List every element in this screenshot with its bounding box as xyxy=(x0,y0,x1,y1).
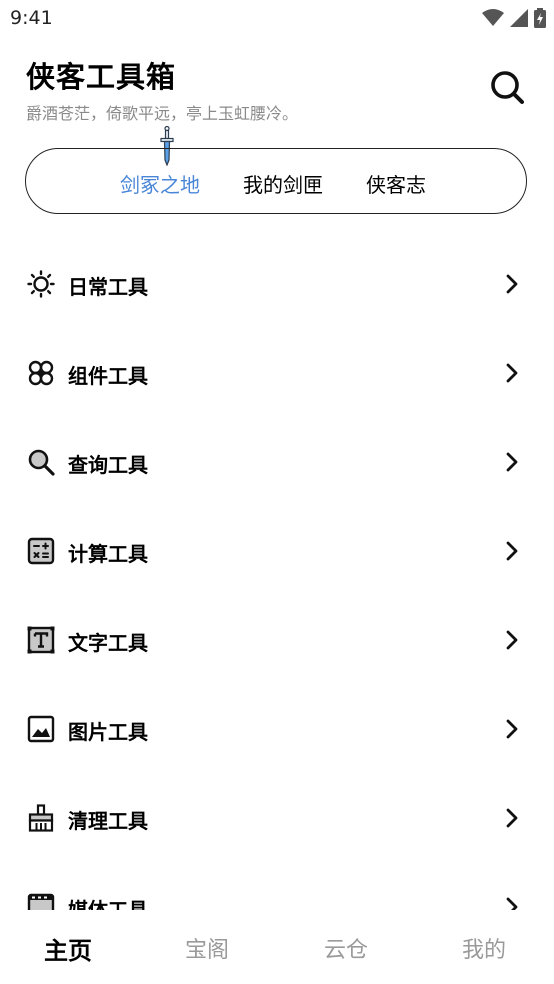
menu-item-image-tools[interactable]: 图片工具 xyxy=(0,685,554,774)
chevron-right-icon xyxy=(506,452,518,472)
signal-icon xyxy=(510,9,528,27)
calculator-icon xyxy=(27,537,55,565)
menu-item-label: 组件工具 xyxy=(68,364,148,388)
chevron-right-icon xyxy=(506,719,518,739)
image-icon xyxy=(27,715,55,743)
chevron-right-icon xyxy=(506,274,518,294)
nav-home[interactable]: 主页 xyxy=(44,931,92,966)
status-bar: 9:41 xyxy=(0,0,554,36)
menu-item-label: 查询工具 xyxy=(68,453,148,477)
menu-item-query-tools[interactable]: 查询工具 xyxy=(0,418,554,507)
menu-item-clean-tools[interactable]: 清理工具 xyxy=(0,774,554,863)
broom-icon xyxy=(28,804,54,832)
sun-icon xyxy=(27,270,55,298)
bottom-nav: 主页 宝阁 云仓 我的 xyxy=(0,910,554,984)
menu-item-label: 图片工具 xyxy=(68,720,148,744)
page-title: 侠客工具箱 xyxy=(26,60,177,94)
status-time: 9:41 xyxy=(10,7,53,29)
tool-category-list: 日常工具 组件工具 查询工具 计算工具 文字工具 图片工具 清理工具 媒体工具 xyxy=(0,240,554,910)
tab-my-sword-box[interactable]: 我的剑匣 xyxy=(243,169,323,198)
menu-item-calc-tools[interactable]: 计算工具 xyxy=(0,507,554,596)
app-header: 侠客工具箱 爵酒苍茫，倚歌平远，亭上玉虹腰冷。 xyxy=(0,48,554,138)
chevron-right-icon xyxy=(506,541,518,561)
menu-item-label: 文字工具 xyxy=(68,631,148,655)
menu-item-label: 媒体工具 xyxy=(68,898,148,910)
tab-bar: 剑冢之地 我的剑匣 侠客志 xyxy=(25,148,527,214)
status-icons xyxy=(482,8,546,28)
menu-item-label: 清理工具 xyxy=(68,809,148,833)
chevron-right-icon xyxy=(506,630,518,650)
menu-item-label: 计算工具 xyxy=(68,542,148,566)
menu-item-label: 日常工具 xyxy=(68,275,148,299)
chevron-right-icon xyxy=(506,897,518,910)
nav-cloud-storage[interactable]: 云仓 xyxy=(324,932,368,964)
menu-item-daily-tools[interactable]: 日常工具 xyxy=(0,240,554,329)
tab-xiake-journal[interactable]: 侠客志 xyxy=(366,169,426,198)
magnifier-icon xyxy=(28,449,55,476)
search-icon[interactable] xyxy=(488,68,526,106)
wifi-icon xyxy=(482,9,504,26)
chevron-right-icon xyxy=(506,808,518,828)
tab-sword-tomb[interactable]: 剑冢之地 xyxy=(120,169,200,198)
text-icon xyxy=(27,626,55,654)
nav-profile[interactable]: 我的 xyxy=(462,932,506,964)
menu-item-text-tools[interactable]: 文字工具 xyxy=(0,596,554,685)
page-subtitle: 爵酒苍茫，倚歌平远，亭上玉虹腰冷。 xyxy=(26,104,299,123)
film-icon xyxy=(27,893,55,910)
menu-item-widget-tools[interactable]: 组件工具 xyxy=(0,329,554,418)
widget-icon xyxy=(28,360,54,386)
chevron-right-icon xyxy=(506,363,518,383)
nav-treasure-pavilion[interactable]: 宝阁 xyxy=(185,932,229,964)
menu-item-media-tools[interactable]: 媒体工具 xyxy=(0,863,554,910)
battery-icon xyxy=(534,8,546,28)
